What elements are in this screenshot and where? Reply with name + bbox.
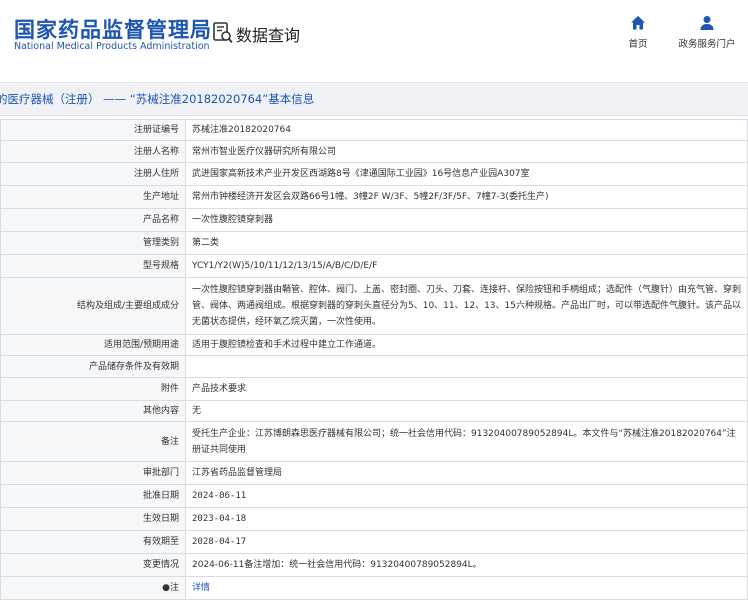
table-row: 备注 受托生产企业：江苏博朗森思医疗器械有限公司；统一社会信用代码：913204… [0, 421, 748, 462]
table-row: 结构及组成/主要组成成分 一次性腹腔镜穿刺器由鞘管、腔体、阀门、上盖、密封圈、刀… [0, 277, 748, 335]
logo-chinese-name: 国家药品监督管理局 [14, 18, 212, 42]
logo-english-name: National Medical Products Administration [14, 41, 210, 52]
row-value: 无 [185, 400, 748, 422]
row-value: 武进国家高新技术产业开发区西湖路8号《津通国际工业园》16号信息产业园A307室 [185, 162, 748, 186]
row-value: 江苏省药品监督管理局 [185, 461, 748, 485]
nav-home-label: 首页 [628, 39, 648, 50]
user-icon [700, 16, 714, 30]
record-title: 的医疗器械（注册） —— “苏械注准20182020764”基本信息 [0, 92, 315, 106]
row-label: 审批部门 [0, 461, 186, 485]
table-row: 产品名称 一次性腹腔镜穿刺器 [0, 208, 748, 232]
table-row: 生效日期 2023-04-18 [0, 507, 748, 531]
row-value: 常州市钟楼经济开发区会双路66号1幢、3幢2F W/3F、5幢2F/3F/5F、… [185, 185, 748, 209]
table-row: 适用范围/预期用途 适用于腹腔镜检查和手术过程中建立工作通道。 [0, 334, 748, 356]
detail-link[interactable]: 详情 [192, 583, 210, 593]
row-label: 变更情况 [0, 553, 186, 577]
row-label: 适用范围/预期用途 [0, 334, 186, 356]
row-value [185, 355, 748, 378]
table-row: 变更情况 2024-06-11备注增加：统一社会信用代码：91320400789… [0, 553, 748, 577]
table-row: 型号规格 YCY1/Y2(W)5/10/11/12/13/15/A/B/C/D/… [0, 254, 748, 278]
row-label: ●注 [0, 576, 186, 600]
row-value: 适用于腹腔镜检查和手术过程中建立工作通道。 [185, 334, 748, 356]
table-row: 生产地址 常州市钟楼经济开发区会双路66号1幢、3幢2F W/3F、5幢2F/3… [0, 185, 748, 209]
row-value: YCY1/Y2(W)5/10/11/12/13/15/A/B/C/D/E/F [185, 254, 748, 278]
table-row: 管理类别 第二类 [0, 231, 748, 255]
nav-home-link[interactable]: 首页 [620, 14, 656, 54]
row-label: 生产地址 [0, 185, 186, 209]
row-label: 有效期至 [0, 530, 186, 554]
nav-service-label: 政务服务门户 [678, 39, 736, 50]
device-info-table: 注册证编号 苏械注准20182020764 注册人名称 常州市智业医疗仪器研究所… [0, 119, 748, 600]
row-label: 批准日期 [0, 484, 186, 508]
row-label: 附件 [0, 377, 186, 401]
row-label: 其他内容 [0, 400, 186, 422]
row-value: 详情 [185, 576, 748, 600]
home-icon [631, 16, 645, 30]
data-query-label: 数据查询 [236, 26, 301, 45]
row-label: 备注 [0, 421, 186, 462]
row-value: 2024-06-11备注增加：统一社会信用代码：9132040078905289… [185, 553, 748, 577]
row-value: 苏械注准20182020764 [185, 119, 748, 141]
row-value: 2024-06-11 [185, 484, 748, 508]
table-row: 注册人名称 常州市智业医疗仪器研究所有限公司 [0, 140, 748, 163]
document-search-icon [213, 22, 233, 44]
row-label: 管理类别 [0, 231, 186, 255]
table-row: 产品储存条件及有效期 [0, 355, 748, 378]
table-row: 附件 产品技术要求 [0, 377, 748, 401]
row-label: 注册人住所 [0, 162, 186, 186]
row-label: 结构及组成/主要组成成分 [0, 277, 186, 335]
site-logo[interactable]: 国家药品监督管理局 National Medical Products Admi… [0, 8, 211, 58]
row-label: 注册证编号 [0, 119, 186, 141]
row-value: 一次性腹腔镜穿刺器由鞘管、腔体、阀门、上盖、密封圈、刀头、刀套、连接杆、保险按钮… [185, 277, 748, 335]
row-value: 2023-04-18 [185, 507, 748, 531]
table-row: 注册证编号 苏械注准20182020764 [0, 119, 748, 141]
table-row: 注册人住所 武进国家高新技术产业开发区西湖路8号《津通国际工业园》16号信息产业… [0, 162, 748, 186]
row-label: 产品储存条件及有效期 [0, 355, 186, 378]
table-row: 其他内容 无 [0, 400, 748, 422]
table-row: ●注 详情 [0, 576, 748, 600]
record-title-bar: 的医疗器械（注册） —— “苏械注准20182020764”基本信息 [0, 82, 748, 116]
row-value: 产品技术要求 [185, 377, 748, 401]
row-label: 产品名称 [0, 208, 186, 232]
row-value: 2028-04-17 [185, 530, 748, 554]
row-value: 常州市智业医疗仪器研究所有限公司 [185, 140, 748, 163]
table-row: 审批部门 江苏省药品监督管理局 [0, 461, 748, 485]
row-value: 一次性腹腔镜穿刺器 [185, 208, 748, 232]
row-label: 型号规格 [0, 254, 186, 278]
table-row: 批准日期 2024-06-11 [0, 484, 748, 508]
row-value: 受托生产企业：江苏博朗森思医疗器械有限公司；统一社会信用代码：913204007… [185, 421, 748, 462]
row-label: 生效日期 [0, 507, 186, 531]
row-value: 第二类 [185, 231, 748, 255]
row-label: 注册人名称 [0, 140, 186, 163]
nav-service-portal-link[interactable]: 政务服务门户 [672, 14, 742, 54]
site-header: 国家药品监督管理局 National Medical Products Admi… [0, 0, 748, 72]
table-row: 有效期至 2028-04-17 [0, 530, 748, 554]
